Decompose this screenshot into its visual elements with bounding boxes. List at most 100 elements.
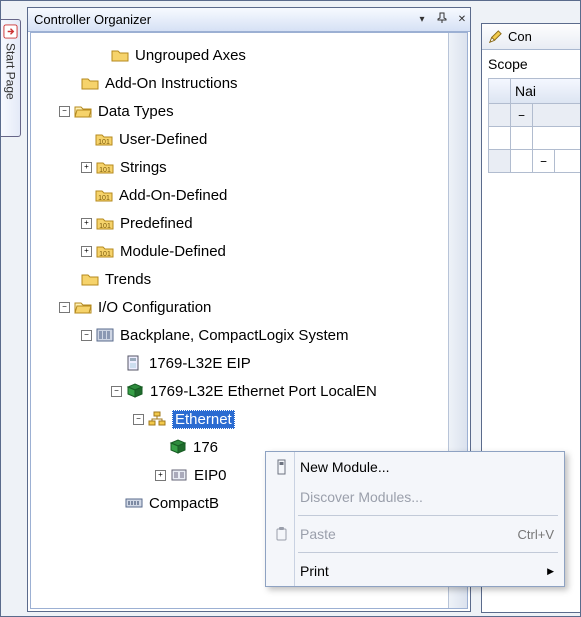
device-icon: [170, 467, 188, 483]
menu-shortcut: Ctrl+V: [518, 527, 554, 542]
tree-label: Trends: [105, 271, 151, 288]
svg-text:101: 101: [99, 223, 111, 230]
tree-label: EIP0: [194, 467, 227, 484]
bus-icon: [125, 495, 143, 511]
dropdown-icon: ▾: [419, 14, 424, 25]
tree-item-user-defined[interactable]: 101 User-Defined: [39, 125, 467, 153]
folder-icon: [111, 47, 129, 63]
expand-icon[interactable]: +: [81, 218, 92, 229]
tree-label: CompactB: [149, 495, 219, 512]
table-row[interactable]: −: [488, 150, 581, 173]
tree-label: I/O Configuration: [98, 299, 211, 316]
tree-item-strings[interactable]: + 101 Strings: [39, 153, 467, 181]
folder-icon: [81, 75, 99, 91]
folder-open-icon: [74, 103, 92, 119]
datatype-icon: 101: [95, 187, 113, 203]
paste-icon: [274, 526, 290, 542]
tree-label: 1769-L32E EIP: [149, 355, 251, 372]
tree-label: Add-On Instructions: [105, 75, 238, 92]
backplane-icon: [96, 327, 114, 343]
tree-label: User-Defined: [119, 131, 207, 148]
datatype-icon: 101: [95, 131, 113, 147]
new-module-icon: [274, 459, 290, 475]
submenu-arrow-icon: ▶: [547, 566, 554, 577]
tree-label: Ethernet: [172, 410, 235, 429]
panel-close-button[interactable]: ✕: [454, 12, 470, 28]
tree-item-predefined[interactable]: + 101 Predefined: [39, 209, 467, 237]
tree-item-module-defined[interactable]: + 101 Module-Defined: [39, 237, 467, 265]
collapse-icon[interactable]: −: [111, 386, 122, 397]
svg-text:101: 101: [98, 139, 110, 146]
collapse-icon[interactable]: −: [133, 414, 144, 425]
pin-icon: [437, 12, 447, 27]
menu-item-new-module[interactable]: New Module...: [266, 452, 564, 482]
pencil-icon: [488, 29, 503, 44]
panel-title: Controller Organizer: [34, 12, 151, 27]
tree-item-ethernet[interactable]: − Ethernet: [39, 405, 467, 433]
expand-icon[interactable]: +: [155, 470, 166, 481]
datatype-icon: 101: [96, 215, 114, 231]
grid-header: Nai: [488, 78, 581, 104]
tree-item-io-config[interactable]: − I/O Configuration: [39, 293, 467, 321]
tree-item-addon-defined[interactable]: 101 Add-On-Defined: [39, 181, 467, 209]
menu-separator: [298, 515, 558, 516]
panel-titlebar[interactable]: Controller Organizer ▾ ✕: [28, 8, 470, 32]
tree-label: Data Types: [98, 103, 174, 120]
datatype-icon: 101: [96, 159, 114, 175]
expand-icon[interactable]: +: [81, 246, 92, 257]
start-page-label: Start Page: [4, 43, 18, 100]
tree-label: Predefined: [120, 215, 193, 232]
tree-item-ungrouped-axes[interactable]: Ungrouped Axes: [39, 41, 467, 69]
start-page-icon: [3, 24, 18, 39]
collapse-icon[interactable]: −: [59, 106, 70, 117]
tree-label: Strings: [120, 159, 167, 176]
menu-item-print[interactable]: Print ▶: [266, 556, 564, 586]
tree-label: 1769-L32E Ethernet Port LocalEN: [150, 383, 377, 400]
svg-text:101: 101: [99, 251, 111, 258]
right-panel-tab-label: Con: [508, 29, 532, 44]
tree-item-ethernet-port[interactable]: − 1769-L32E Ethernet Port LocalEN: [39, 377, 467, 405]
network-icon: [148, 411, 166, 427]
tree-item-trends[interactable]: Trends: [39, 265, 467, 293]
close-icon: ✕: [458, 14, 466, 25]
scrollbar-thumb[interactable]: [451, 73, 465, 273]
collapse-icon[interactable]: −: [81, 330, 92, 341]
module-icon: [169, 439, 187, 455]
context-menu: New Module... Discover Modules... Paste …: [265, 451, 565, 587]
tree-item-cpu[interactable]: 1769-L32E EIP: [39, 349, 467, 377]
datatype-icon: 101: [96, 243, 114, 259]
menu-separator: [298, 552, 558, 553]
tree-item-addon-instructions[interactable]: Add-On Instructions: [39, 69, 467, 97]
menu-item-paste: Paste Ctrl+V: [266, 519, 564, 549]
menu-label: Paste: [300, 526, 336, 542]
menu-label: Discover Modules...: [300, 489, 423, 505]
tree-item-data-types[interactable]: − Data Types: [39, 97, 467, 125]
start-page-tab[interactable]: Start Page: [1, 19, 21, 137]
controller-icon: [125, 355, 143, 371]
folder-open-icon: [74, 299, 92, 315]
tree-item-backplane[interactable]: − Backplane, CompactLogix System: [39, 321, 467, 349]
table-row[interactable]: [488, 127, 581, 150]
tree-label: Module-Defined: [120, 243, 226, 260]
menu-label: Print: [300, 563, 329, 579]
svg-text:101: 101: [98, 195, 110, 202]
tree: Ungrouped Axes Add-On Instructions − Dat…: [31, 33, 467, 517]
table-row[interactable]: −: [488, 104, 581, 127]
collapse-icon[interactable]: −: [59, 302, 70, 313]
menu-item-discover-modules: Discover Modules...: [266, 482, 564, 512]
collapse-icon[interactable]: −: [511, 104, 533, 126]
tree-label: Add-On-Defined: [119, 187, 227, 204]
menu-label: New Module...: [300, 459, 389, 475]
grid-col-name: Nai: [515, 83, 536, 99]
panel-menu-button[interactable]: ▾: [414, 12, 430, 28]
svg-text:101: 101: [99, 167, 111, 174]
scope-label: Scope: [488, 56, 581, 72]
expand-icon[interactable]: +: [81, 162, 92, 173]
folder-icon: [81, 271, 99, 287]
module-icon: [126, 383, 144, 399]
panel-pin-button[interactable]: [434, 12, 450, 28]
collapse-icon[interactable]: −: [533, 150, 555, 172]
tree-label: 176: [193, 439, 218, 456]
right-panel-tab[interactable]: Con: [482, 24, 581, 50]
tree-label: Backplane, CompactLogix System: [120, 327, 348, 344]
